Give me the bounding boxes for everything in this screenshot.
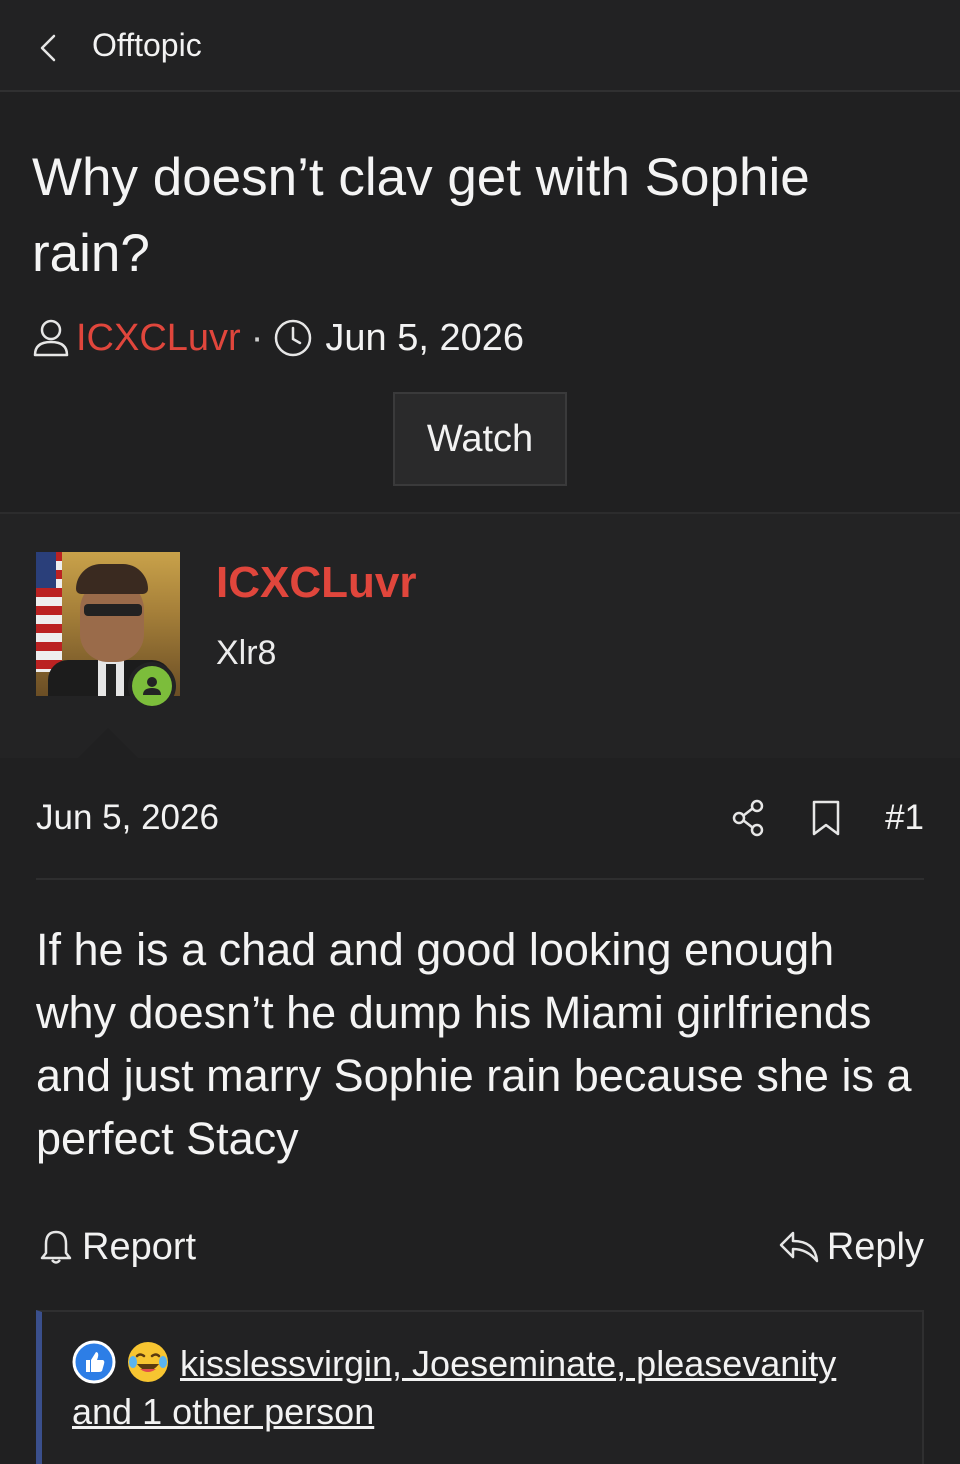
top-nav-bar: Offtopic [0, 0, 960, 92]
user-block-pointer [76, 728, 140, 760]
forum-breadcrumb[interactable]: Offtopic [92, 27, 202, 64]
online-status-icon [128, 662, 176, 710]
bell-icon [36, 1227, 76, 1267]
avatar[interactable] [36, 552, 180, 710]
post-body: If he is a chad and good looking enough … [36, 924, 912, 1164]
post-meta: Jun 5, 2026 #1 [36, 758, 924, 880]
post: Jun 5, 2026 #1 If he is a chad and good … [0, 758, 960, 1464]
clock-icon [273, 318, 313, 358]
chevron-left-icon[interactable] [36, 33, 60, 62]
report-button[interactable]: Report [36, 1226, 196, 1269]
meta-separator: · [250, 316, 264, 359]
watch-button[interactable]: Watch [393, 392, 567, 486]
like-icon [72, 1340, 116, 1384]
reply-label: Reply [826, 1225, 924, 1268]
post-date[interactable]: Jun 5, 2026 [36, 798, 685, 838]
share-icon[interactable] [731, 799, 765, 837]
post-footer: Report Reply [36, 1184, 924, 1310]
thread-author-link[interactable]: ICXCLuvr [76, 317, 241, 360]
post-user-block: ICXCLuvr Xlr8 [0, 514, 960, 760]
reactions-bar[interactable]: kisslessvirgin, Joeseminate, pleasevanit… [36, 1310, 924, 1464]
user-title: Xlr8 [216, 634, 277, 672]
post-username[interactable]: ICXCLuvr [216, 558, 416, 608]
reply-button[interactable]: Reply [777, 1226, 924, 1269]
report-label: Report [82, 1225, 197, 1268]
reply-icon [777, 1227, 821, 1267]
reaction-users-link[interactable]: kisslessvirgin, Joeseminate, pleasevanit… [72, 1343, 836, 1432]
thread-title: Why doesn’t clav get with Sophie rain? [32, 148, 810, 283]
laugh-cry-icon [126, 1340, 170, 1384]
bookmark-icon[interactable] [811, 799, 841, 837]
user-icon [32, 318, 70, 358]
post-number-link[interactable]: #1 [885, 798, 924, 838]
thread-meta: ICXCLuvr · Jun 5, 2026 [32, 314, 928, 362]
thread-date[interactable]: Jun 5, 2026 [325, 317, 524, 360]
thread-header: Why doesn’t clav get with Sophie rain? I… [0, 92, 960, 514]
